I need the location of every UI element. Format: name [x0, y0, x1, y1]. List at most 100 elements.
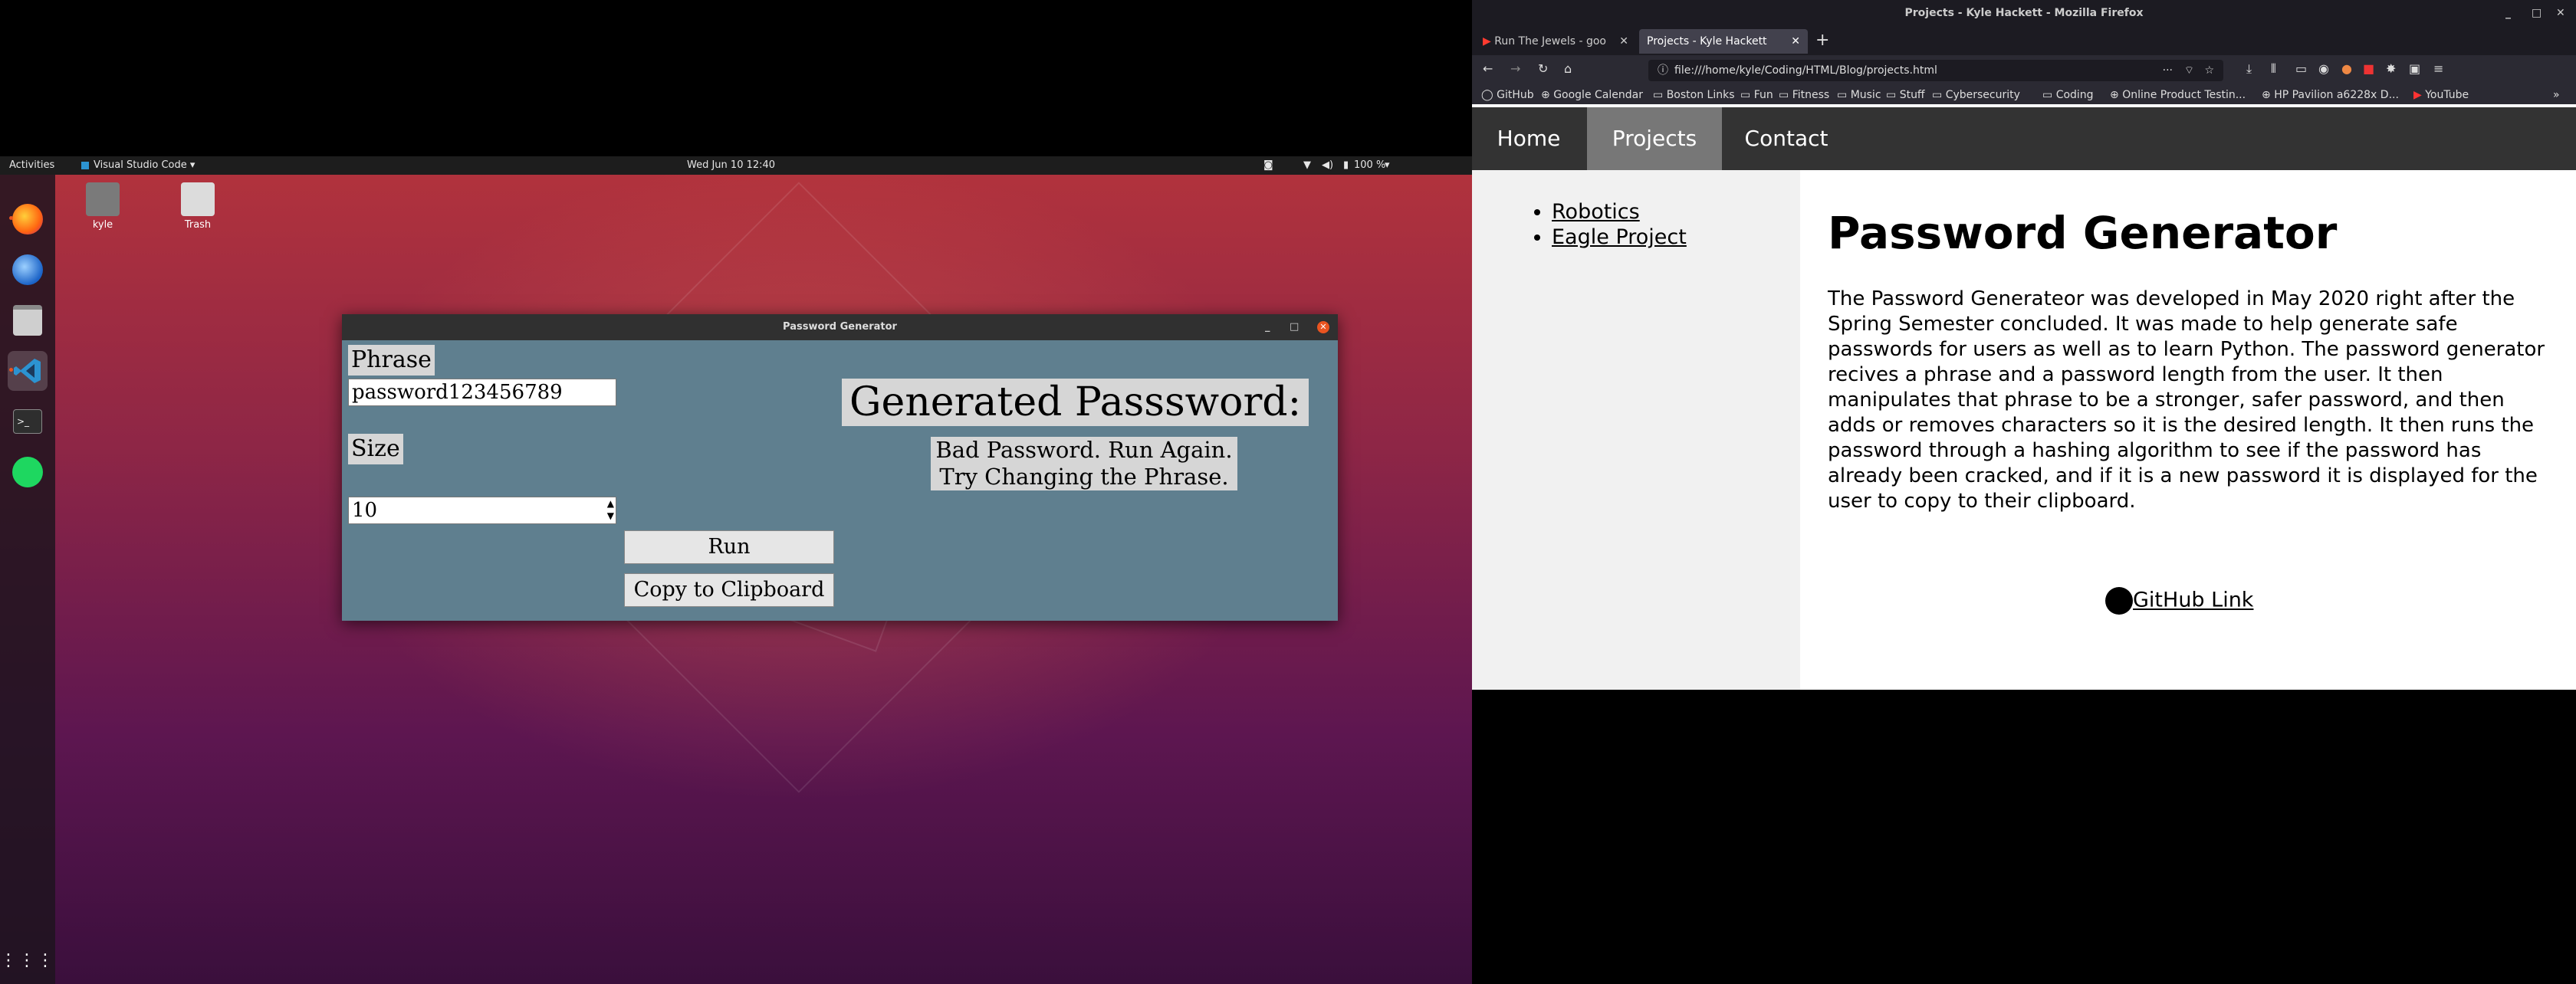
- extension-icon[interactable]: ●: [2341, 61, 2352, 76]
- bookmark-folder-fun[interactable]: ▭ Fun: [1740, 86, 1773, 104]
- firefox-launcher[interactable]: [8, 199, 48, 239]
- window-titlebar[interactable]: Password Generator _ □ ✕: [342, 314, 1338, 340]
- tab-label: Projects - Kyle Hackett: [1647, 35, 1767, 48]
- network-icon[interactable]: ▼: [1303, 156, 1311, 175]
- run-button[interactable]: Run: [624, 530, 834, 564]
- copy-to-clipboard-button[interactable]: Copy to Clipboard: [624, 573, 834, 607]
- home-icon[interactable]: ⌂: [1564, 61, 1572, 76]
- app-menu[interactable]: Visual Studio Code ▾: [81, 156, 195, 175]
- bookmark-folder-boston[interactable]: ▭ Boston Links: [1653, 86, 1735, 104]
- size-spinbox[interactable]: 10 ▲ ▼: [348, 497, 616, 524]
- link-robotics[interactable]: Robotics: [1552, 200, 1640, 224]
- reload-icon[interactable]: ↻: [1538, 61, 1548, 76]
- bookmark-star-icon[interactable]: ☆: [2204, 60, 2214, 81]
- terminal-icon: >_: [13, 409, 42, 434]
- show-applications-button[interactable]: ⋮⋮⋮: [0, 941, 54, 981]
- spin-arrows-icon[interactable]: ▲ ▼: [607, 497, 614, 522]
- running-indicator: [9, 368, 13, 372]
- account-icon[interactable]: ◉: [2318, 61, 2329, 76]
- tab-projects[interactable]: Projects - Kyle Hackett ✕: [1639, 29, 1808, 54]
- close-icon[interactable]: ✕: [2556, 0, 2565, 26]
- terminal-launcher[interactable]: >_: [8, 402, 48, 441]
- bookmark-github[interactable]: ◯ GitHub: [1481, 86, 1534, 104]
- vscode-icon: [14, 359, 41, 383]
- site-navbar: Home Projects Contact: [1472, 107, 2576, 170]
- page-actions-icon[interactable]: ···: [2163, 60, 2173, 81]
- info-icon[interactable]: ⓘ: [1658, 60, 1668, 81]
- youtube-icon: ▶: [1483, 35, 1491, 48]
- running-indicator: [9, 216, 13, 220]
- github-icon: [2105, 587, 2133, 615]
- library-icon[interactable]: ⫴: [2271, 61, 2276, 77]
- adblock-icon[interactable]: ■: [2363, 61, 2374, 76]
- desktop-icon-home[interactable]: kyle: [72, 182, 133, 231]
- battery-icon[interactable]: ▮: [1343, 156, 1349, 175]
- password-generator-window: Password Generator _ □ ✕ Phrase Size 10 …: [342, 314, 1338, 621]
- github-link[interactable]: GitHub Link: [2105, 587, 2253, 615]
- maximize-icon[interactable]: □: [2532, 0, 2542, 26]
- bookmark-folder-coding[interactable]: ▭ Coding: [2042, 86, 2094, 104]
- tab-close-icon[interactable]: ✕: [1791, 29, 1800, 54]
- bookmark-label: Online Product Testin...: [2122, 89, 2246, 101]
- grid-icon: ⋮⋮⋮: [0, 951, 55, 970]
- bookmark-label: Cybersecurity: [1945, 89, 2020, 101]
- generated-password-label: Generated Passsword:: [842, 379, 1309, 426]
- bookmark-label: GitHub: [1497, 89, 1534, 101]
- list-item: Robotics: [1552, 199, 1800, 225]
- files-launcher[interactable]: [8, 300, 48, 340]
- firefox-titlebar[interactable]: Projects - Kyle Hackett - Mozilla Firefo…: [1472, 0, 2576, 26]
- bookmark-folder-music[interactable]: ▭ Music: [1837, 86, 1881, 104]
- bookmark-folder-cybersecurity[interactable]: ▭ Cybersecurity: [1932, 86, 2020, 104]
- forward-icon[interactable]: →: [1510, 61, 1520, 76]
- bookmark-online-product-testing[interactable]: ⊕ Online Product Testin...: [2110, 86, 2246, 104]
- minimize-icon[interactable]: _: [1265, 314, 1270, 340]
- spotify-icon: [12, 457, 43, 487]
- extension-icon[interactable]: ▣: [2409, 61, 2420, 76]
- nav-contact[interactable]: Contact: [1725, 107, 1848, 170]
- spotify-launcher[interactable]: [8, 452, 48, 492]
- home-folder-icon: [86, 182, 120, 216]
- phrase-input[interactable]: [348, 379, 616, 406]
- extension-icon[interactable]: ✸: [2386, 61, 2396, 76]
- link-eagle-project[interactable]: Eagle Project: [1552, 225, 1687, 249]
- maximize-icon[interactable]: □: [1290, 314, 1299, 340]
- desktop-icon-trash[interactable]: Trash: [167, 182, 228, 231]
- nav-home[interactable]: Home: [1472, 107, 1585, 170]
- downloads-icon[interactable]: ⤓: [2246, 61, 2252, 77]
- system-menu-arrow-icon[interactable]: ▾: [1385, 156, 1390, 175]
- back-icon[interactable]: ←: [1483, 61, 1493, 76]
- ubuntu-desktop: Activities Visual Studio Code ▾ Wed Jun …: [0, 156, 1472, 984]
- result-line-1: Bad Password. Run Again.: [935, 437, 1233, 463]
- bookmark-youtube[interactable]: ▶ YouTube: [2413, 86, 2469, 104]
- bookmark-folder-fitness[interactable]: ▭ Fitness: [1779, 86, 1829, 104]
- tab-close-icon[interactable]: ✕: [1619, 29, 1628, 54]
- bookmark-label: Google Calendar: [1553, 89, 1643, 101]
- github-link-text[interactable]: GitHub Link: [2133, 589, 2253, 612]
- sidebar-icon[interactable]: ▭: [2295, 61, 2307, 76]
- activities-button[interactable]: Activities: [9, 156, 54, 175]
- volume-icon[interactable]: ◀): [1322, 156, 1333, 175]
- files-icon: [13, 305, 42, 336]
- nav-projects[interactable]: Projects: [1587, 107, 1722, 170]
- discord-tray-icon[interactable]: ◙: [1263, 156, 1273, 175]
- pocket-icon[interactable]: ⌔: [2184, 60, 2194, 81]
- tab-run-the-jewels[interactable]: ▶ Run The Jewels - goo ✕: [1475, 29, 1635, 54]
- menu-icon[interactable]: ≡: [2433, 61, 2443, 76]
- close-icon[interactable]: ✕: [1317, 321, 1329, 333]
- clock[interactable]: Wed Jun 10 12:40: [687, 156, 775, 175]
- minimize-icon[interactable]: _: [2505, 0, 2511, 26]
- project-description: The Password Generateor was developed in…: [1828, 287, 2545, 513]
- bookmarks-overflow-icon[interactable]: »: [2553, 86, 2560, 104]
- dock: >_ ⋮⋮⋮: [0, 175, 55, 984]
- thunderbird-launcher[interactable]: [8, 250, 48, 290]
- window-title: Password Generator: [783, 321, 897, 333]
- vscode-launcher[interactable]: [8, 351, 48, 391]
- bookmark-label: Fitness: [1792, 89, 1830, 101]
- new-tab-icon[interactable]: +: [1815, 31, 1829, 50]
- bookmark-folder-stuff[interactable]: ▭ Stuff: [1886, 86, 1925, 104]
- app-menu-label: Visual Studio Code ▾: [94, 159, 196, 171]
- battery-level[interactable]: 100 %: [1354, 156, 1385, 175]
- url-bar[interactable]: ⓘ file:///home/kyle/Coding/HTML/Blog/pro…: [1648, 60, 2223, 81]
- bookmark-hp-pavilion[interactable]: ⊕ HP Pavilion a6228x D...: [2262, 86, 2399, 104]
- bookmark-google-calendar[interactable]: ⊕ Google Calendar: [1541, 86, 1643, 104]
